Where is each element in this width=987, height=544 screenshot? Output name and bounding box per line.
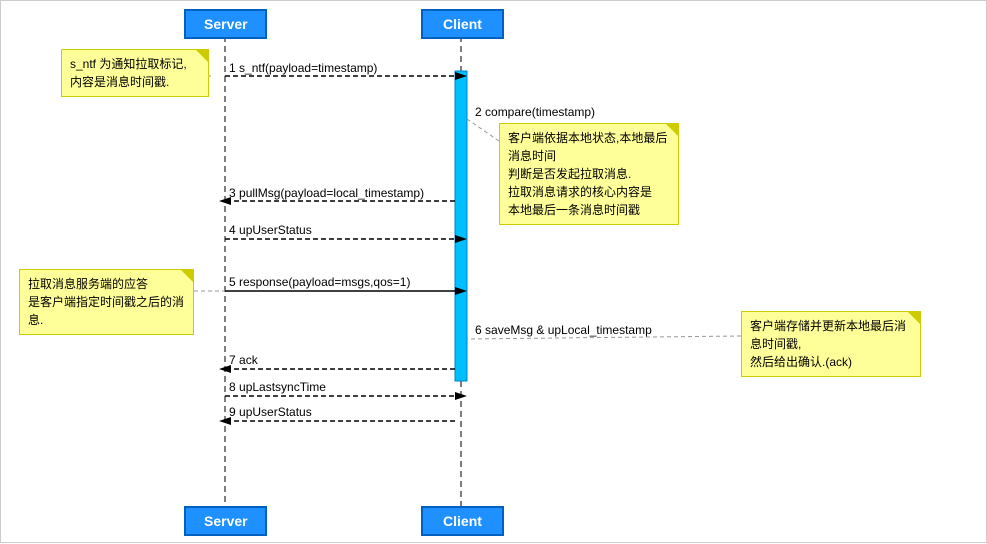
client-label-bottom: Client (443, 513, 482, 529)
label-msg5-text: response(payload=msgs,qos=1) (239, 275, 410, 289)
client-label-top: Client (443, 16, 482, 32)
label-msg2: 2 compare(timestamp) (475, 105, 595, 119)
label-msg6: 6 saveMsg & upLocal_timestamp (475, 323, 652, 337)
note-response-text: 拉取消息服务端的应答是客户端指定时间戳之后的消息. (28, 277, 184, 327)
label-msg4-text: upUserStatus (239, 223, 312, 237)
label-msg8-text: upLastsyncTime (239, 380, 326, 394)
label-msg4: 4 upUserStatus (229, 223, 312, 237)
note-savemsg: 客户端存储并更新本地最后消息时间戳,然后给出确认.(ack) (741, 311, 921, 377)
label-msg3: 3 pullMsg(payload=local_timestamp) (229, 186, 424, 200)
label-msg1: 1 s_ntf(payload=timestamp) (229, 61, 377, 75)
note-sntf: s_ntf 为通知拉取标记,内容是消息时间戳. (61, 49, 209, 97)
client-header-bottom: Client (421, 506, 504, 536)
label-msg8: 8 upLastsyncTime (229, 380, 326, 394)
note-savemsg-text: 客户端存储并更新本地最后消息时间戳,然后给出确认.(ack) (750, 319, 906, 369)
note-sntf-text: s_ntf 为通知拉取标记,内容是消息时间戳. (70, 57, 187, 89)
label-msg5-num: 5 (229, 275, 239, 289)
label-msg9: 9 upUserStatus (229, 405, 312, 419)
label-msg6-text: saveMsg & upLocal_timestamp (485, 323, 652, 337)
label-msg7-num: 7 (229, 353, 239, 367)
label-msg1-text: s_ntf(payload=timestamp) (239, 61, 377, 75)
label-msg5: 5 response(payload=msgs,qos=1) (229, 275, 410, 289)
server-header-bottom: Server (184, 506, 267, 536)
label-msg2-num: 2 (475, 105, 485, 119)
label-msg3-text: pullMsg(payload=local_timestamp) (239, 186, 424, 200)
note-response: 拉取消息服务端的应答是客户端指定时间戳之后的消息. (19, 269, 194, 335)
label-msg9-text: upUserStatus (239, 405, 312, 419)
label-msg1-num: 1 (229, 61, 239, 75)
label-msg6-num: 6 (475, 323, 485, 337)
label-msg7-text: ack (239, 353, 258, 367)
client-header-top: Client (421, 9, 504, 39)
label-msg7: 7 ack (229, 353, 258, 367)
label-msg2-text: compare(timestamp) (485, 105, 595, 119)
sequence-diagram: Server Client Server Client s_ntf 为通知拉取标… (0, 0, 987, 543)
label-msg3-num: 3 (229, 186, 239, 200)
server-label-top: Server (204, 16, 248, 32)
server-label-bottom: Server (204, 513, 248, 529)
server-header-top: Server (184, 9, 267, 39)
label-msg8-num: 8 (229, 380, 239, 394)
note-compare-text: 客户端依据本地状态,本地最后消息时间判断是否发起拉取消息.拉取消息请求的核心内容… (508, 131, 667, 217)
note-compare: 客户端依据本地状态,本地最后消息时间判断是否发起拉取消息.拉取消息请求的核心内容… (499, 123, 679, 225)
label-msg9-num: 9 (229, 405, 239, 419)
label-msg4-num: 4 (229, 223, 239, 237)
